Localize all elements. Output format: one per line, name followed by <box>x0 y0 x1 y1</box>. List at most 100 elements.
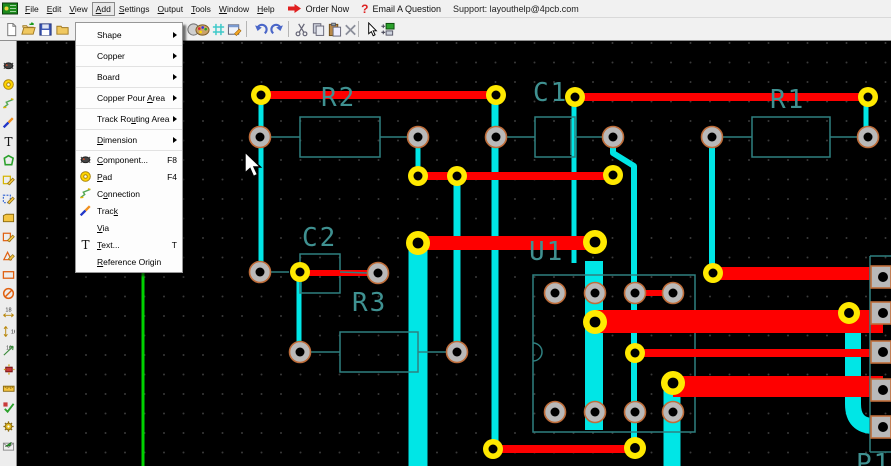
send-design-tool-icon[interactable] <box>1 437 16 453</box>
open-file-icon[interactable] <box>19 20 37 38</box>
cut-icon[interactable] <box>292 20 310 38</box>
menubar-item-help[interactable]: Help <box>253 2 278 16</box>
via-hole <box>631 349 640 358</box>
settings-gear-tool-icon[interactable] <box>1 418 16 434</box>
add-menu-item-board[interactable]: Board <box>76 67 182 88</box>
via-hole <box>590 317 601 328</box>
pad-hole <box>256 133 265 142</box>
copper-pour-area-tool-icon[interactable] <box>1 190 16 206</box>
support-text: Support: layouthelp@4pcb.com <box>453 4 579 14</box>
menubar-item-view[interactable]: View <box>65 2 91 16</box>
via-hole <box>630 443 640 453</box>
copper-shape-tool-icon[interactable] <box>1 171 16 187</box>
pad-hole <box>669 289 678 298</box>
pad-hole <box>296 348 305 357</box>
add-menu-item-copper[interactable]: Copper <box>76 46 182 67</box>
pcb-editor-window: FileEditViewAddSettingsOutputToolsWindow… <box>0 0 891 466</box>
top-copper-trace[interactable] <box>493 445 636 453</box>
library-icon[interactable] <box>53 20 71 38</box>
connection-tool-icon[interactable] <box>1 95 16 111</box>
add-menu-submenu-section: Shape CopperBoard Copper Pour Area Track Ro… <box>76 25 182 151</box>
pad-hole <box>492 133 501 142</box>
order-now-link[interactable]: Order Now <box>287 3 350 14</box>
menubar: FileEditViewAddSettingsOutputToolsWindow… <box>0 0 891 18</box>
menubar-item-settings[interactable]: Settings <box>115 2 154 16</box>
add-menu-item-shape[interactable]: Shape <box>76 25 182 46</box>
redo-icon[interactable] <box>268 20 286 38</box>
menubar-item-add[interactable]: Add <box>92 2 115 16</box>
question-mark-icon: ? <box>361 2 368 16</box>
text-tool-icon[interactable]: T <box>1 133 16 149</box>
add-menu-item-connection[interactable]: Connection <box>76 185 182 202</box>
add-menu-item-track[interactable]: Track <box>76 202 182 219</box>
add-menu-item-copper-pour-area[interactable]: Copper Pour Area <box>76 88 182 109</box>
menubar-item-edit[interactable]: Edit <box>43 2 66 16</box>
menubar-links: Order Now ? Email A Question Support: la… <box>287 2 579 16</box>
design-check-tool-icon[interactable] <box>1 399 16 415</box>
top-copper-trace[interactable] <box>261 91 496 99</box>
pad-hole <box>551 408 560 417</box>
add-menu-item-component-[interactable]: Component...F8 <box>76 151 182 168</box>
pad-hole <box>631 289 640 298</box>
submenu-arrow-icon <box>173 53 177 59</box>
top-copper-trace[interactable] <box>713 267 883 280</box>
menubar-item-output[interactable]: Output <box>154 2 188 16</box>
app-logo-icon <box>2 2 18 15</box>
undo-icon[interactable] <box>251 20 269 38</box>
svg-text:T: T <box>81 238 89 251</box>
toolbar-separator <box>288 21 289 37</box>
top-copper-trace[interactable] <box>575 93 868 101</box>
top-copper-trace[interactable] <box>635 349 883 357</box>
add-menu-item-pad[interactable]: PadF4 <box>76 168 182 185</box>
pad-hole <box>591 408 600 417</box>
via-hole <box>489 445 498 454</box>
add-menu-item-reference-origin[interactable]: Reference Origin <box>76 253 182 270</box>
pad-hole <box>878 422 888 432</box>
top-copper-trace[interactable] <box>673 376 883 397</box>
toolbar-separator <box>358 21 359 37</box>
save-icon[interactable] <box>36 20 54 38</box>
via-hole <box>590 237 601 248</box>
via-hole <box>668 378 679 389</box>
board-cutout-tool-icon[interactable] <box>1 247 16 263</box>
via-hole <box>413 238 424 249</box>
component-bin-icon[interactable] <box>378 20 396 38</box>
menu-item-label: Pad <box>97 172 163 182</box>
design-properties-icon[interactable] <box>225 20 243 38</box>
via-hole <box>709 269 718 278</box>
menubar-item-window[interactable]: Window <box>215 2 253 16</box>
copper-area-tool-icon[interactable] <box>1 209 16 225</box>
menu-item-shortcut: F8 <box>167 155 177 165</box>
keepout-area-tool-icon[interactable] <box>1 285 16 301</box>
menu-item-label: Shape <box>97 30 170 40</box>
menu-item-label: Copper Pour Area <box>97 93 170 103</box>
refdes-label-c1: C1 <box>533 78 568 108</box>
component-tool-icon[interactable] <box>1 57 16 73</box>
menubar-item-tools[interactable]: Tools <box>187 2 215 16</box>
add-menu-item-track-routing-area[interactable]: Track Routing Area <box>76 109 182 130</box>
menubar-item-file[interactable]: File <box>21 2 43 16</box>
board-outline-tool-icon[interactable] <box>1 266 16 282</box>
auto-place-tool-icon[interactable] <box>1 361 16 377</box>
add-menu-item-text-[interactable]: TText...T <box>76 236 182 253</box>
pad-hole <box>878 385 888 395</box>
dimension-diagonal-tool-icon[interactable]: 16 <box>1 342 16 358</box>
email-question-link[interactable]: ? Email A Question <box>361 2 441 16</box>
add-menu-item-dimension[interactable]: Dimension <box>76 130 182 151</box>
menu-item-label: Reference Origin <box>97 257 177 267</box>
measure-tool-icon[interactable] <box>1 380 16 396</box>
pad-hole <box>669 408 678 417</box>
pad-hole <box>708 133 717 142</box>
shape-tool-icon[interactable] <box>1 152 16 168</box>
menu-item-label: Connection <box>97 189 177 199</box>
add-menu-item-via[interactable]: Via <box>76 219 182 236</box>
new-file-icon[interactable] <box>2 20 20 38</box>
track-tool-icon[interactable] <box>1 114 16 130</box>
submenu-arrow-icon <box>173 95 177 101</box>
delete-icon[interactable] <box>341 20 359 38</box>
pad-tool-icon[interactable] <box>1 76 16 92</box>
dimension-horizontal-tool-icon[interactable]: 18 <box>1 304 16 320</box>
top-copper-trace[interactable] <box>418 236 596 250</box>
dimension-vertical-tool-icon[interactable]: 16 <box>1 323 16 339</box>
board-shape-tool-icon[interactable] <box>1 228 16 244</box>
